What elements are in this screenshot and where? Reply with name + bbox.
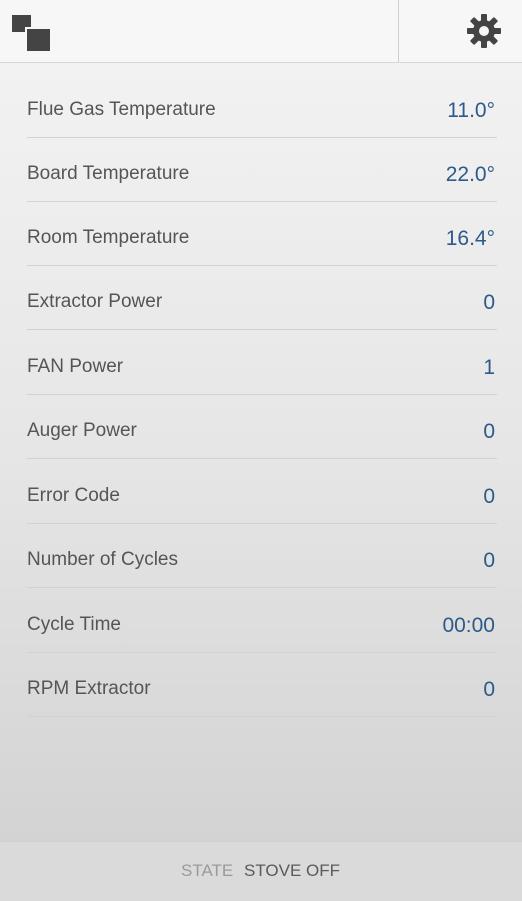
reading-row-extractor-power: Extractor Power 0	[27, 265, 497, 330]
reading-label: Extractor Power	[27, 291, 163, 312]
reading-row-rpm-extractor: RPM Extractor 0	[27, 652, 497, 717]
reading-label: RPM Extractor	[27, 678, 151, 699]
reading-value: 22.0°	[445, 163, 495, 186]
reading-row-board-temperature: Board Temperature 22.0°	[27, 137, 497, 202]
reading-row-number-of-cycles: Number of Cycles 0	[27, 523, 497, 588]
reading-row-auger-power: Auger Power 0	[27, 394, 497, 459]
reading-row-flue-gas-temperature: Flue Gas Temperature 11.0°	[27, 73, 497, 138]
reading-value: 16.4°	[445, 227, 495, 250]
reading-label: FAN Power	[27, 356, 124, 377]
reading-row-error-code: Error Code 0	[27, 459, 497, 524]
readings-panel: Flue Gas Temperature 11.0° Board Tempera…	[0, 63, 522, 841]
reading-row-room-temperature: Room Temperature 16.4°	[27, 201, 497, 266]
status-footer: STATE STOVE OFF	[0, 841, 522, 901]
reading-value: 0	[483, 420, 495, 443]
reading-value: 0	[483, 678, 495, 701]
reading-value: 0	[483, 291, 495, 314]
reading-value: 11.0°	[447, 99, 495, 122]
reading-label: Board Temperature	[27, 163, 190, 184]
reading-value: 0	[483, 485, 495, 508]
reading-label: Cycle Time	[27, 614, 121, 635]
reading-label: Error Code	[27, 485, 120, 506]
reading-value: 00:00	[442, 614, 495, 637]
reading-label: Flue Gas Temperature	[27, 99, 216, 120]
reading-label: Number of Cycles	[27, 549, 178, 570]
gear-icon	[467, 14, 501, 48]
state-value: STOVE OFF	[244, 861, 341, 880]
settings-button[interactable]	[399, 0, 522, 62]
reading-label: Auger Power	[27, 420, 137, 441]
reading-value: 0	[483, 549, 495, 572]
reading-row-cycle-time: Cycle Time 00:00	[27, 588, 497, 653]
reading-label: Room Temperature	[27, 227, 190, 248]
state-label: STATE	[181, 861, 234, 880]
top-bar	[0, 0, 522, 63]
windows-menu-button[interactable]	[0, 0, 70, 62]
reading-value: 1	[483, 356, 495, 379]
reading-row-fan-power: FAN Power 1	[27, 330, 497, 395]
